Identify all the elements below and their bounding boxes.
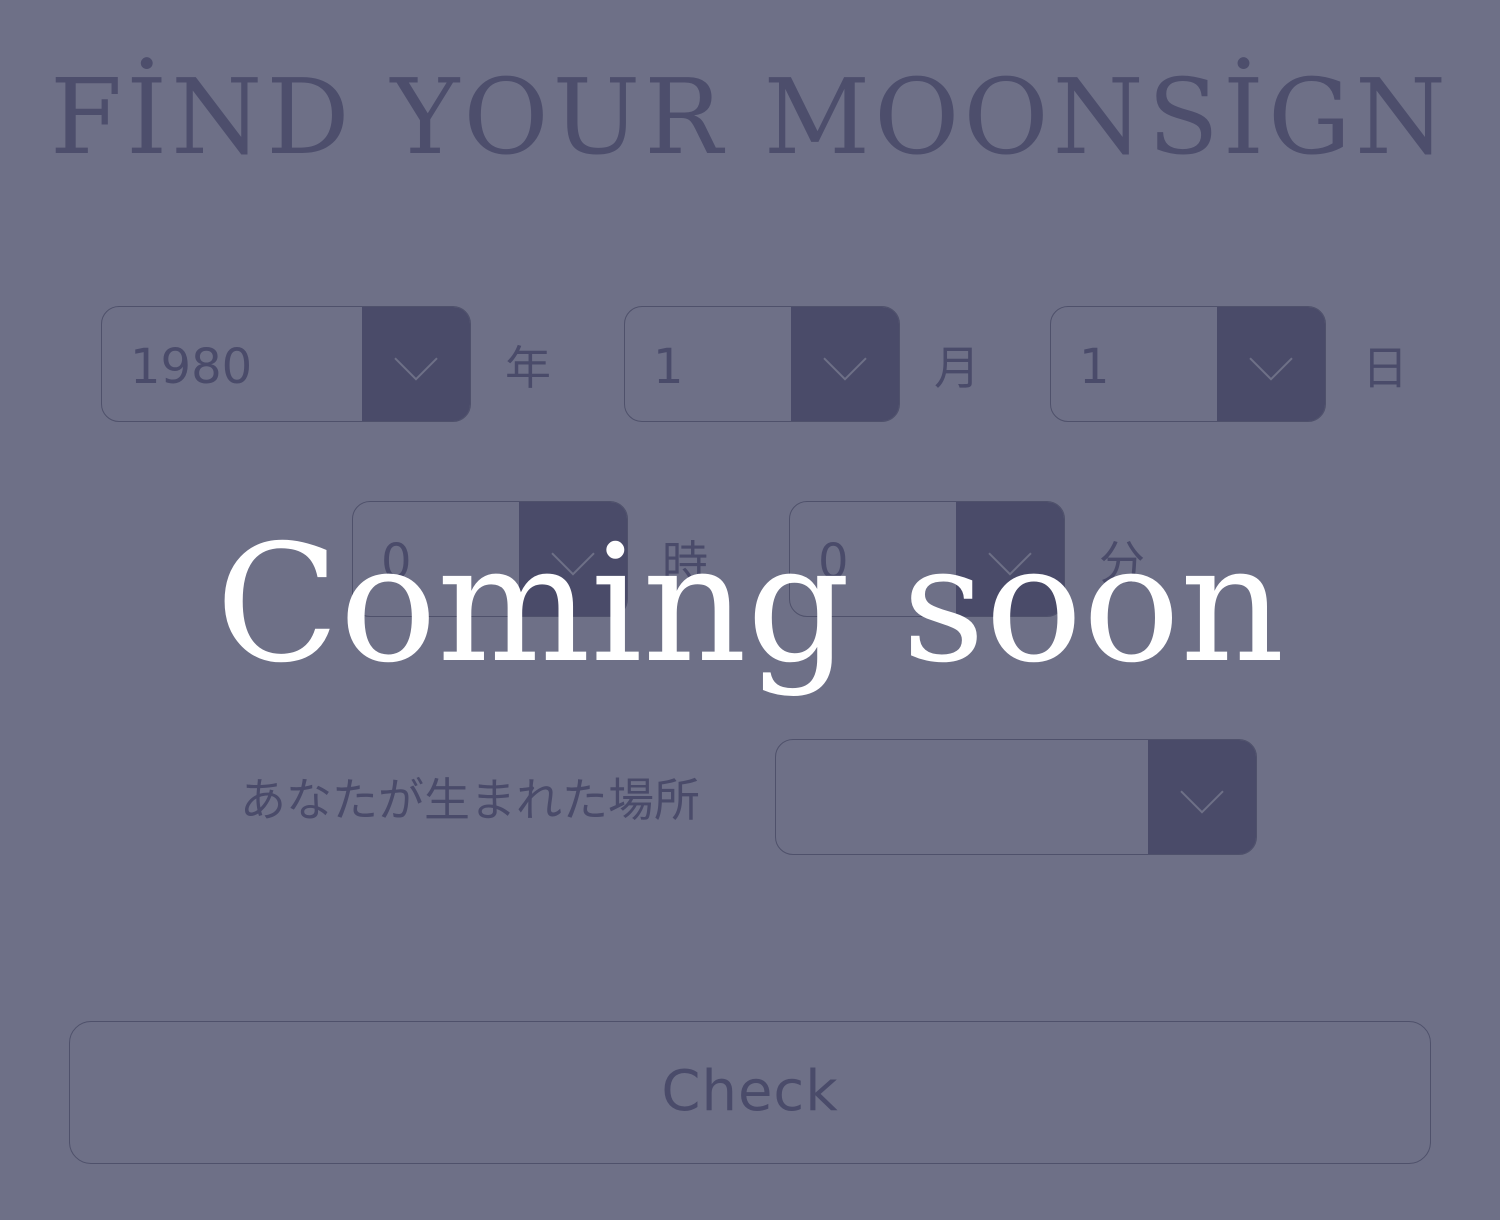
- coming-soon-overlay: Coming soon: [215, 511, 1285, 699]
- day-unit-label: 日: [1362, 341, 1408, 395]
- day-select-value: 1: [1079, 339, 1110, 395]
- check-button[interactable]: Check: [69, 1021, 1431, 1164]
- chevron-down-icon: [1249, 357, 1293, 381]
- day-select-toggle[interactable]: [1217, 307, 1325, 421]
- chevron-down-icon: [1180, 790, 1224, 814]
- year-select-toggle[interactable]: [362, 307, 470, 421]
- month-select[interactable]: 1: [624, 306, 900, 422]
- birthplace-select[interactable]: [775, 739, 1257, 855]
- month-select-value: 1: [653, 339, 684, 395]
- day-select[interactable]: 1: [1050, 306, 1326, 422]
- chevron-down-icon: [394, 357, 438, 381]
- month-unit-label: 月: [934, 341, 980, 395]
- year-unit-label: 年: [505, 341, 551, 395]
- birthplace-label: あなたが生まれた場所: [240, 773, 700, 827]
- chevron-down-icon: [823, 357, 867, 381]
- month-select-toggle[interactable]: [791, 307, 899, 421]
- year-select-value: 1980: [130, 339, 253, 395]
- birthplace-select-toggle[interactable]: [1148, 740, 1256, 854]
- page-title: FİND YOUR MOONSİGN: [49, 56, 1451, 178]
- year-select[interactable]: 1980: [101, 306, 471, 422]
